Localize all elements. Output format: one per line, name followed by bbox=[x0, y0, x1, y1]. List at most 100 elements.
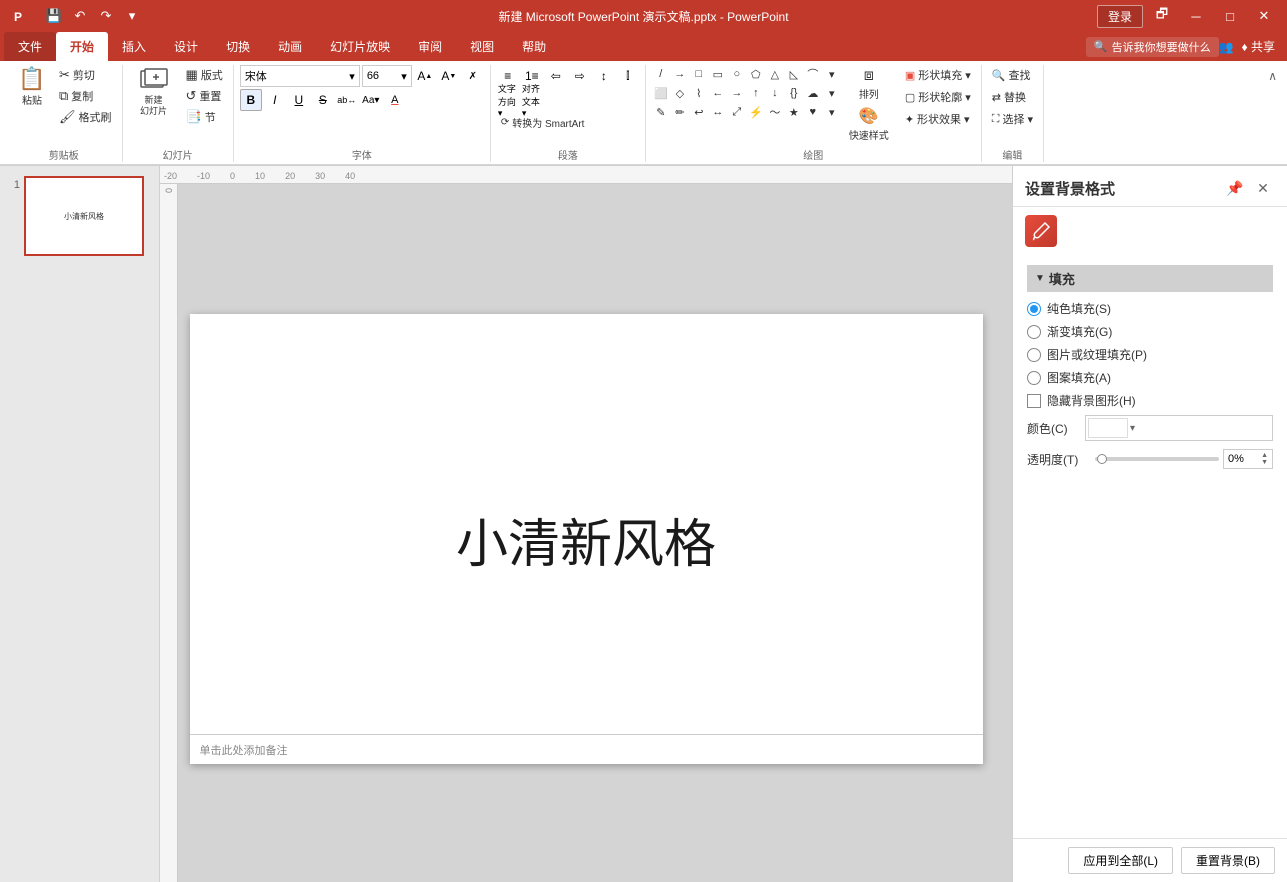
slide-caption[interactable]: 单击此处添加备注 bbox=[190, 734, 983, 764]
font-name-selector[interactable]: 宋体 ▾ bbox=[240, 65, 360, 87]
shape-rarrow-btn[interactable]: → bbox=[728, 84, 746, 102]
color-picker-button[interactable]: ▾ bbox=[1085, 415, 1273, 441]
decrease-indent-button[interactable]: ⇦ bbox=[545, 65, 567, 87]
find-button[interactable]: 🔍 查找 bbox=[988, 65, 1037, 85]
solid-fill-radio[interactable] bbox=[1027, 302, 1041, 316]
select-button[interactable]: ⛶ 选择▾ bbox=[988, 109, 1037, 129]
shape-more3-btn[interactable]: ▾ bbox=[823, 103, 841, 121]
shape-curved-arrow-btn[interactable]: ↩ bbox=[690, 103, 708, 121]
shape-connector-btn[interactable]: ⤢ bbox=[728, 103, 746, 121]
shape-star-btn[interactable]: ★ bbox=[785, 103, 803, 121]
quick-styles-button[interactable]: 🎨 快速样式 bbox=[844, 106, 894, 145]
panel-pin-button[interactable]: 📌 bbox=[1223, 176, 1247, 200]
shape-pentagon-btn[interactable]: ⬠ bbox=[747, 65, 765, 83]
tab-transitions[interactable]: 切换 bbox=[212, 32, 264, 61]
replace-button[interactable]: ⇄ 替换 bbox=[988, 87, 1037, 107]
picture-texture-fill-option[interactable]: 图片或纹理填充(P) bbox=[1027, 346, 1273, 363]
reset-button[interactable]: ↺ 重置 bbox=[182, 86, 227, 106]
shape-wave-btn[interactable]: 〜 bbox=[766, 103, 784, 121]
shape-curly-btn[interactable]: {} bbox=[785, 84, 803, 102]
shape-ellipse-btn[interactable]: ○ bbox=[728, 65, 746, 83]
italic-button[interactable]: I bbox=[264, 89, 286, 111]
shape-uarrow-btn[interactable]: ↑ bbox=[747, 84, 765, 102]
tab-home[interactable]: 开始 bbox=[56, 32, 108, 61]
shape-arrow-btn[interactable]: → bbox=[671, 65, 689, 83]
shape-dbl-arrow-btn[interactable]: ↔ bbox=[709, 103, 727, 121]
minimize-button[interactable]: ─ bbox=[1181, 4, 1211, 28]
tab-animations[interactable]: 动画 bbox=[264, 32, 316, 61]
shape-freeform-btn[interactable]: ✎ bbox=[652, 103, 670, 121]
line-spacing-button[interactable]: ↕ bbox=[593, 65, 615, 87]
gradient-fill-option[interactable]: 渐变填充(G) bbox=[1027, 323, 1273, 340]
underline-button[interactable]: U bbox=[288, 89, 310, 111]
decrease-font-button[interactable]: A▼ bbox=[438, 65, 460, 87]
shape-heart-btn[interactable]: ♥ bbox=[804, 103, 822, 121]
close-button[interactable]: ✕ bbox=[1249, 4, 1279, 28]
undo-button[interactable]: ↶ bbox=[68, 4, 92, 28]
tab-review[interactable]: 审阅 bbox=[404, 32, 456, 61]
format-painter-button[interactable]: 🖌 格式刷 bbox=[55, 107, 116, 127]
transparency-up-button[interactable]: ▲ bbox=[1261, 452, 1268, 459]
shape-cloud-btn[interactable]: ☁ bbox=[804, 84, 822, 102]
shape-rect-btn[interactable]: □ bbox=[690, 65, 708, 83]
paste-button[interactable]: 📋 粘贴 bbox=[12, 65, 52, 110]
shape-rect2-btn[interactable]: ▭ bbox=[709, 65, 727, 83]
picture-texture-fill-radio[interactable] bbox=[1027, 348, 1041, 362]
pattern-fill-radio[interactable] bbox=[1027, 371, 1041, 385]
clear-format-button[interactable]: ✗ bbox=[462, 65, 484, 87]
shape-curve-btn[interactable]: ⌒ bbox=[804, 65, 822, 83]
login-button[interactable]: 登录 bbox=[1097, 5, 1143, 28]
ribbon-collapse-button[interactable]: ∧ bbox=[1268, 69, 1277, 83]
tab-view[interactable]: 视图 bbox=[456, 32, 508, 61]
transparency-down-button[interactable]: ▼ bbox=[1261, 459, 1268, 466]
hide-background-option[interactable]: 隐藏背景图形(H) bbox=[1027, 392, 1273, 409]
shape-more2-btn[interactable]: ▾ bbox=[823, 84, 841, 102]
tab-slideshow[interactable]: 幻灯片放映 bbox=[316, 32, 404, 61]
hide-background-checkbox[interactable] bbox=[1027, 394, 1041, 408]
shape-larrow-btn[interactable]: ← bbox=[709, 84, 727, 102]
shape-rtriangle-btn[interactable]: ◺ bbox=[785, 65, 803, 83]
shape-outline-button[interactable]: ▢ 形状轮廓▾ bbox=[901, 87, 975, 107]
strikethrough-button[interactable]: S bbox=[312, 89, 334, 111]
font-color-button[interactable]: A bbox=[384, 89, 406, 111]
shape-zigzag-btn[interactable]: ⚡ bbox=[747, 103, 765, 121]
align-text-button[interactable]: 对齐文本▾ bbox=[521, 89, 543, 111]
transparency-slider[interactable] bbox=[1095, 457, 1219, 461]
section-button[interactable]: 📑 节 bbox=[182, 107, 227, 127]
copy-button[interactable]: ⧉ 复制 bbox=[55, 86, 116, 106]
case-button[interactable]: Aa▾ bbox=[360, 89, 382, 111]
pattern-fill-option[interactable]: 图案填充(A) bbox=[1027, 369, 1273, 386]
text-direction-button[interactable]: 文字方向▾ bbox=[497, 89, 519, 111]
apply-all-button[interactable]: 应用到全部(L) bbox=[1068, 847, 1173, 874]
reset-background-button[interactable]: 重置背景(B) bbox=[1181, 847, 1275, 874]
tab-insert[interactable]: 插入 bbox=[108, 32, 160, 61]
bold-button[interactable]: B bbox=[240, 89, 262, 111]
convert-smartart-button[interactable]: ⟳ 转换为 SmartArt bbox=[497, 113, 589, 132]
slide-1-thumbnail[interactable]: 小清新风格 bbox=[24, 176, 144, 256]
tab-file[interactable]: 文件 bbox=[4, 32, 56, 61]
shape-effect-button[interactable]: ✦ 形状效果▾ bbox=[901, 109, 975, 129]
shape-fill-button[interactable]: ▣ 形状填充▾ bbox=[901, 65, 975, 85]
maximize-button[interactable]: □ bbox=[1215, 4, 1245, 28]
shape-para-btn[interactable]: ⌇ bbox=[690, 84, 708, 102]
shape-diamond-btn[interactable]: ◇ bbox=[671, 84, 689, 102]
tab-design[interactable]: 设计 bbox=[160, 32, 212, 61]
increase-indent-button[interactable]: ⇨ bbox=[569, 65, 591, 87]
slide-canvas[interactable]: 小清新风格 单击此处添加备注 bbox=[190, 314, 983, 764]
shape-more-btn[interactable]: ▾ bbox=[823, 65, 841, 83]
font-size-selector[interactable]: 66 ▾ bbox=[362, 65, 412, 87]
redo-button[interactable]: ↷ bbox=[94, 4, 118, 28]
layout-button[interactable]: ▦ 版式 bbox=[182, 65, 227, 85]
save-button[interactable]: 💾 bbox=[42, 4, 66, 28]
shape-pen-btn[interactable]: ✏ bbox=[671, 103, 689, 121]
columns-button[interactable]: ⫿ bbox=[617, 65, 639, 87]
shape-triangle-btn[interactable]: △ bbox=[766, 65, 784, 83]
shape-line-btn[interactable]: / bbox=[652, 65, 670, 83]
solid-fill-option[interactable]: 纯色填充(S) bbox=[1027, 300, 1273, 317]
shape-rect3-btn[interactable]: ⬜ bbox=[652, 84, 670, 102]
gradient-fill-radio[interactable] bbox=[1027, 325, 1041, 339]
tab-help[interactable]: 帮助 bbox=[508, 32, 560, 61]
increase-font-button[interactable]: A▲ bbox=[414, 65, 436, 87]
transparency-value-box[interactable]: 0% ▲ ▼ bbox=[1223, 449, 1273, 469]
share-button[interactable]: 👥 ♦ 共享 bbox=[1219, 38, 1283, 55]
